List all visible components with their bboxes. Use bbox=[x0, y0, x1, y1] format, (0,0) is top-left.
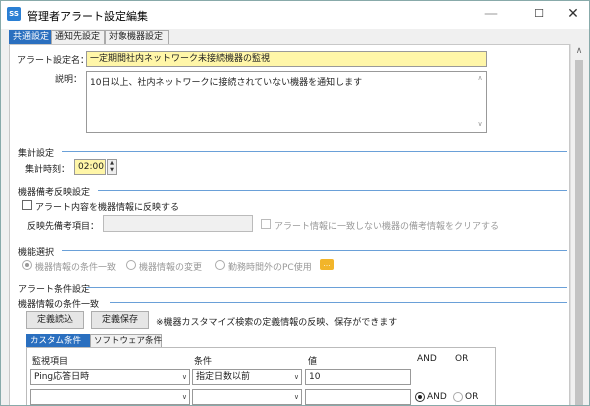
aggregate-time-input[interactable]: 02:00 bbox=[74, 159, 106, 175]
reflect-target-label: 反映先備考項目： bbox=[27, 222, 100, 232]
col-header-condition: 条件 bbox=[194, 357, 213, 367]
tab-target-devices[interactable]: 対象機器設定 bbox=[105, 30, 169, 44]
alert-name-input[interactable]: 一定期間社内ネットワーク未接続機器の監視 bbox=[86, 51, 487, 67]
radio-and[interactable] bbox=[415, 392, 425, 402]
condition-divider bbox=[86, 287, 567, 288]
description-textarea[interactable]: 10日以上、社内ネットワークに接続されていない機器を通知します ∧ ∨ bbox=[86, 71, 487, 133]
col-header-and: AND bbox=[417, 354, 437, 364]
save-definition-button[interactable]: 定義保存 bbox=[91, 311, 149, 329]
scrollbar-thumb[interactable] bbox=[575, 60, 583, 405]
condition-operator-select-2[interactable]: ∨ bbox=[192, 389, 302, 405]
reflect-target-input[interactable] bbox=[103, 215, 253, 232]
condition-item-select-2[interactable]: ∨ bbox=[30, 389, 190, 405]
close-button[interactable]: ✕ bbox=[553, 1, 589, 29]
condition-item-value: Ping応答日時 bbox=[34, 372, 90, 382]
radio-or[interactable] bbox=[453, 392, 463, 402]
settings-panel: アラート設定名： 一定期間社内ネットワーク未接続機器の監視 説明： 10日以上、… bbox=[9, 44, 570, 405]
scroll-up-icon: ∧ bbox=[477, 74, 483, 82]
alert-name-label: アラート設定名： bbox=[17, 56, 90, 66]
tab-notify-settings[interactable]: 通知先設定 bbox=[51, 30, 105, 44]
radio-offhours-pc-label: 勤務時間外のPC使用 bbox=[228, 263, 312, 273]
description-label: 説明： bbox=[55, 75, 83, 85]
spin-down-icon[interactable]: ▼ bbox=[108, 167, 116, 174]
load-definition-button[interactable]: 定義読込 bbox=[26, 311, 84, 329]
reflect-checkbox[interactable] bbox=[22, 200, 32, 210]
subtab-software-condition[interactable]: ソフトウェア条件 bbox=[90, 334, 162, 347]
app-icon: SS bbox=[7, 7, 21, 21]
reflect-section-title: 機器備考反映設定 bbox=[18, 188, 91, 198]
radio-condition-match[interactable] bbox=[22, 260, 32, 270]
aggregate-section-title: 集計設定 bbox=[18, 149, 55, 159]
vertical-scrollbar[interactable]: ∧ bbox=[570, 44, 587, 405]
condition-item-select[interactable]: Ping応答日時 ∨ bbox=[30, 369, 190, 385]
title-bar: SS 管理者アラート設定編集 — ☐ ✕ bbox=[1, 1, 589, 29]
chevron-down-icon: ∨ bbox=[181, 373, 187, 381]
subtab-custom-condition[interactable]: カスタム条件 bbox=[26, 334, 90, 347]
col-header-value: 値 bbox=[308, 357, 318, 367]
condition-value-input[interactable]: 10 bbox=[305, 369, 411, 385]
condition-section-title: アラート条件設定 bbox=[18, 285, 91, 295]
function-section-title: 機能選択 bbox=[18, 248, 55, 258]
col-header-item: 監視項目 bbox=[32, 357, 69, 367]
window-title: 管理者アラート設定編集 bbox=[27, 10, 148, 23]
definition-note: ※機器カスタマイズ検索の定義情報の反映、保存ができます bbox=[156, 318, 398, 328]
col-header-or: OR bbox=[455, 354, 469, 364]
aggregate-time-label: 集計時刻： bbox=[25, 165, 71, 175]
spin-up-icon[interactable]: ▲ bbox=[108, 160, 116, 167]
radio-device-change[interactable] bbox=[126, 260, 136, 270]
clear-remarks-label: アラート情報に一致しない機器の備考情報をクリアする bbox=[274, 222, 500, 232]
condition-match-divider bbox=[110, 302, 567, 303]
reflect-divider bbox=[98, 190, 567, 191]
message-icon[interactable]: … bbox=[320, 259, 334, 270]
chevron-down-icon: ∨ bbox=[293, 373, 299, 381]
condition-table-panel: 監視項目 条件 値 AND OR Ping応答日時 ∨ 指定日数以前 ∨ 10 … bbox=[26, 347, 496, 405]
reflect-checkbox-label: アラート内容を機器情報に反映する bbox=[35, 203, 180, 213]
radio-offhours-pc[interactable] bbox=[215, 260, 225, 270]
minimize-button[interactable]: — bbox=[471, 1, 511, 29]
scroll-down-icon: ∨ bbox=[477, 120, 483, 128]
condition-operator-select[interactable]: 指定日数以前 ∨ bbox=[192, 369, 302, 385]
chevron-down-icon: ∨ bbox=[181, 393, 187, 401]
radio-or-label: OR bbox=[465, 392, 479, 402]
condition-match-subtitle: 機器情報の条件一致 bbox=[18, 300, 100, 310]
radio-and-label: AND bbox=[427, 392, 447, 402]
aggregate-divider bbox=[62, 151, 567, 152]
dialog-window: SS 管理者アラート設定編集 — ☐ ✕ 共通設定 通知先設定 対象機器設定 ア… bbox=[0, 0, 590, 406]
clear-remarks-checkbox[interactable] bbox=[261, 219, 271, 229]
function-divider bbox=[62, 250, 567, 251]
textarea-scrollbar[interactable]: ∧ ∨ bbox=[474, 72, 486, 132]
description-text: 10日以上、社内ネットワークに接続されていない機器を通知します bbox=[90, 78, 363, 88]
radio-condition-match-label: 機器情報の条件一致 bbox=[35, 263, 117, 273]
scroll-up-icon[interactable]: ∧ bbox=[571, 46, 587, 56]
condition-operator-value: 指定日数以前 bbox=[196, 372, 251, 382]
chevron-down-icon: ∨ bbox=[293, 393, 299, 401]
tab-common-settings[interactable]: 共通設定 bbox=[9, 30, 51, 44]
radio-device-change-label: 機器情報の変更 bbox=[139, 263, 203, 273]
condition-value-input-2[interactable] bbox=[305, 389, 411, 405]
time-spinner[interactable]: ▲ ▼ bbox=[107, 159, 117, 175]
